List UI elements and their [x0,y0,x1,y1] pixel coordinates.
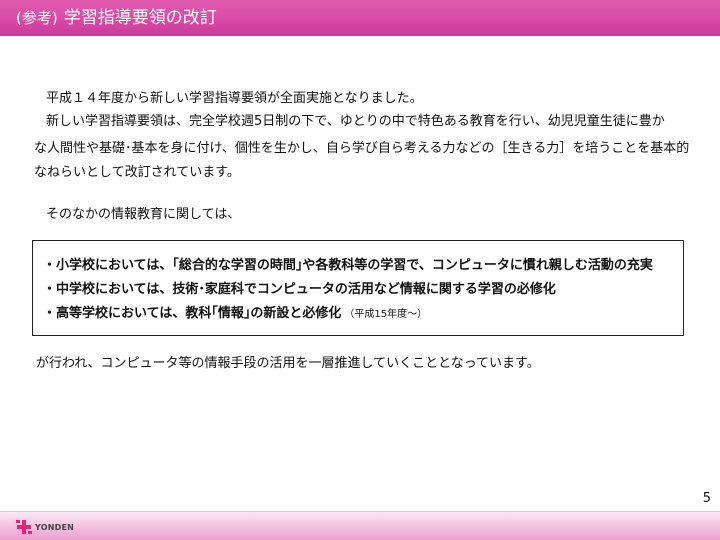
high-school-text: ・高等学校においては、教科｢情報｣の新設と必修化 [43,306,342,321]
elementary-school-item: ・小学校においては、｢総合的な学習の時間｣や各教科等の学習で、コンピュータに慣れ… [43,258,653,273]
title-prefix: (参考) [16,9,58,27]
junior-high-item: ・中学校においては、技術･家庭科でコンピュータの活用など情報に関する学習の必修化 [43,282,556,297]
yonden-logo-icon [16,520,32,534]
company-logo: YONDEN [16,520,74,534]
title-bar: (参考) 学習指導要領の改訂 [0,0,720,36]
logo-text: YONDEN [35,522,75,532]
page-title: (参考) 学習指導要領の改訂 [16,6,217,30]
title-main: 学習指導要領の改訂 [63,8,217,28]
info-education-box: ・小学校においては、｢総合的な学習の時間｣や各教科等の学習で、コンピュータに慣れ… [32,240,684,336]
description-line-3: なねらいとして改訂されています。 [34,165,240,180]
description-line-2: な人間性や基礎･基本を身に付け、個性を生かし、自ら学び自ら考える力などの［生きる… [34,141,690,156]
page-number: 5 [702,491,711,506]
intro-paragraph: 平成１４年度から新しい学習指導要領が全面実施となりました。 [46,91,423,106]
high-school-note: （平成15年度～） [344,309,428,320]
description-line-1: 新しい学習指導要領は、完全学校週5日制の下で、ゆとりの中で特色ある教育を行い、幼… [46,114,665,129]
info-education-lead: そのなかの情報教育に関しては、 [46,207,241,222]
closing-paragraph: が行われ、コンピュータ等の情報手段の活用を一層推進していくこととなっています。 [36,356,540,371]
footer-band [0,512,720,540]
high-school-item: ・高等学校においては、教科｢情報｣の新設と必修化 （平成15年度～） [43,304,427,325]
